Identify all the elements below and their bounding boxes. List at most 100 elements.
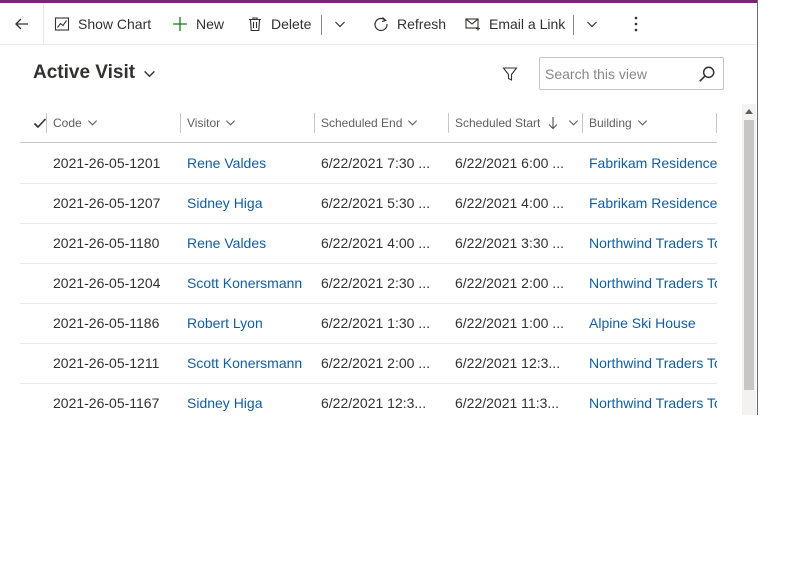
cell-building-link[interactable]: Northwind Traders To xyxy=(589,343,717,383)
search-box xyxy=(539,57,724,90)
cell-building-link[interactable]: Northwind Traders To xyxy=(589,383,717,415)
cell-code: 2021-26-05-1167 xyxy=(53,395,160,411)
cell-scheduled-start: 6/22/2021 6:00 ... xyxy=(455,155,564,171)
cell-visitor-link[interactable]: Rene Valdes xyxy=(187,223,266,263)
column-label: Building xyxy=(589,115,632,130)
cell-code: 2021-26-05-1207 xyxy=(53,195,161,211)
command-separator xyxy=(573,15,574,35)
table-row[interactable]: 2021-26-05-1207 Sidney Higa 6/22/2021 5:… xyxy=(20,183,717,224)
chevron-down-icon xyxy=(408,120,418,126)
cell-scheduled-end: 6/22/2021 1:30 ... xyxy=(321,315,430,331)
back-arrow-icon xyxy=(14,18,28,30)
email-link-label: Email a Link xyxy=(489,16,566,32)
cell-code: 2021-26-05-1204 xyxy=(53,275,161,291)
cell-visitor-link[interactable]: Sidney Higa xyxy=(187,183,263,223)
cell-scheduled-start: 6/22/2021 12:3... xyxy=(455,355,561,371)
column-separator xyxy=(448,113,449,133)
select-all-checkbox[interactable] xyxy=(28,103,47,142)
column-header-building[interactable]: Building xyxy=(589,103,648,142)
plus-icon xyxy=(173,17,187,31)
scroll-up-button[interactable] xyxy=(742,104,756,118)
delete-label: Delete xyxy=(271,16,312,32)
column-label: Scheduled Start xyxy=(455,115,541,130)
column-header-scheduled-start[interactable]: Scheduled Start xyxy=(455,103,579,142)
vertical-scrollbar[interactable] xyxy=(742,104,756,415)
column-header-visitor[interactable]: Visitor xyxy=(187,103,236,142)
email-link-button[interactable]: Email a Link xyxy=(465,3,565,45)
checkmark-icon xyxy=(33,117,47,128)
table-row[interactable]: 2021-26-05-1204 Scott Konersmann 6/22/20… xyxy=(20,263,717,304)
app-window: Show Chart New Delete Refresh Email a Li… xyxy=(0,0,758,415)
cell-building-link[interactable]: Alpine Ski House xyxy=(589,303,717,343)
column-separator xyxy=(716,113,717,133)
back-button[interactable] xyxy=(0,3,44,45)
cell-visitor-link[interactable]: Scott Konersmann xyxy=(187,263,302,303)
caret-up-icon xyxy=(745,109,753,114)
command-bar: Show Chart New Delete Refresh Email a Li… xyxy=(0,3,757,45)
new-button[interactable]: New xyxy=(172,3,224,45)
cell-visitor-link[interactable]: Sidney Higa xyxy=(187,383,263,415)
delete-button[interactable]: Delete xyxy=(247,3,311,45)
cell-code: 2021-26-05-1180 xyxy=(53,235,160,251)
cell-scheduled-end: 6/22/2021 2:00 ... xyxy=(321,355,430,371)
overflow-menu-button[interactable] xyxy=(624,3,648,45)
show-chart-button[interactable]: Show Chart xyxy=(54,3,151,45)
cell-scheduled-start: 6/22/2021 1:00 ... xyxy=(455,315,564,331)
chevron-down-icon xyxy=(637,120,647,126)
view-title: Active Visit xyxy=(33,62,136,83)
cell-building-link[interactable]: Fabrikam Residences xyxy=(589,143,717,183)
filter-button[interactable] xyxy=(500,64,520,84)
chart-icon xyxy=(54,17,70,31)
show-chart-label: Show Chart xyxy=(78,16,152,32)
cell-building-link[interactable]: Northwind Traders To xyxy=(589,263,717,303)
chevron-down-icon xyxy=(226,120,236,126)
cell-code: 2021-26-05-1186 xyxy=(53,315,160,331)
more-vertical-icon xyxy=(634,16,638,32)
cell-scheduled-start: 6/22/2021 4:00 ... xyxy=(455,195,564,211)
cell-code: 2021-26-05-1201 xyxy=(53,155,161,171)
chevron-down-icon xyxy=(87,120,97,126)
column-separator xyxy=(314,113,315,133)
refresh-icon xyxy=(374,17,388,32)
chevron-down-icon xyxy=(144,70,155,77)
more-commands-dropdown[interactable] xyxy=(328,3,352,45)
column-separator xyxy=(582,113,583,133)
sort-down-arrow-icon xyxy=(548,116,558,129)
cell-scheduled-end: 6/22/2021 5:30 ... xyxy=(321,195,430,211)
table-row[interactable]: 2021-26-05-1180 Rene Valdes 6/22/2021 4:… xyxy=(20,223,717,264)
column-label: Visitor xyxy=(187,115,221,130)
scrollbar-thumb[interactable] xyxy=(744,120,754,390)
cell-scheduled-start: 6/22/2021 3:30 ... xyxy=(455,235,564,251)
chevron-down-icon xyxy=(335,21,345,28)
cell-scheduled-end: 6/22/2021 2:30 ... xyxy=(321,275,430,291)
cell-scheduled-start: 6/22/2021 2:00 ... xyxy=(455,275,564,291)
column-label: Scheduled End xyxy=(321,115,403,130)
new-label: New xyxy=(196,16,225,32)
cell-building-link[interactable]: Fabrikam Residences xyxy=(589,183,717,223)
cell-visitor-link[interactable]: Rene Valdes xyxy=(187,143,266,183)
grid-header: Code Visitor Scheduled End Scheduled Sta… xyxy=(20,103,717,143)
cell-scheduled-end: 6/22/2021 7:30 ... xyxy=(321,155,430,171)
search-input[interactable] xyxy=(545,64,690,84)
refresh-label: Refresh xyxy=(397,16,447,32)
table-row[interactable]: 2021-26-05-1211 Scott Konersmann 6/22/20… xyxy=(20,343,717,384)
command-separator xyxy=(321,15,322,35)
table-row[interactable]: 2021-26-05-1186 Robert Lyon 6/22/2021 1:… xyxy=(20,303,717,344)
trash-icon xyxy=(249,17,261,32)
cell-scheduled-start: 6/22/2021 11:3... xyxy=(455,395,560,411)
cell-scheduled-end: 6/22/2021 4:00 ... xyxy=(321,235,430,251)
search-icon[interactable] xyxy=(698,65,716,83)
table-row[interactable]: 2021-26-05-1167 Sidney Higa 6/22/2021 12… xyxy=(20,383,717,415)
refresh-button[interactable]: Refresh xyxy=(373,3,446,45)
cell-visitor-link[interactable]: Scott Konersmann xyxy=(187,343,302,383)
cell-visitor-link[interactable]: Robert Lyon xyxy=(187,303,263,343)
column-header-code[interactable]: Code xyxy=(53,103,98,142)
table-row[interactable]: 2021-26-05-1201 Rene Valdes 6/22/2021 7:… xyxy=(20,143,717,184)
chevron-down-icon xyxy=(587,21,597,28)
cell-building-link[interactable]: Northwind Traders To xyxy=(589,223,717,263)
view-selector[interactable]: Active Visit xyxy=(33,62,156,84)
email-options-dropdown[interactable] xyxy=(580,3,604,45)
column-label: Code xyxy=(53,115,82,130)
column-header-scheduled-end[interactable]: Scheduled End xyxy=(321,103,418,142)
cell-scheduled-end: 6/22/2021 12:3... xyxy=(321,395,427,411)
